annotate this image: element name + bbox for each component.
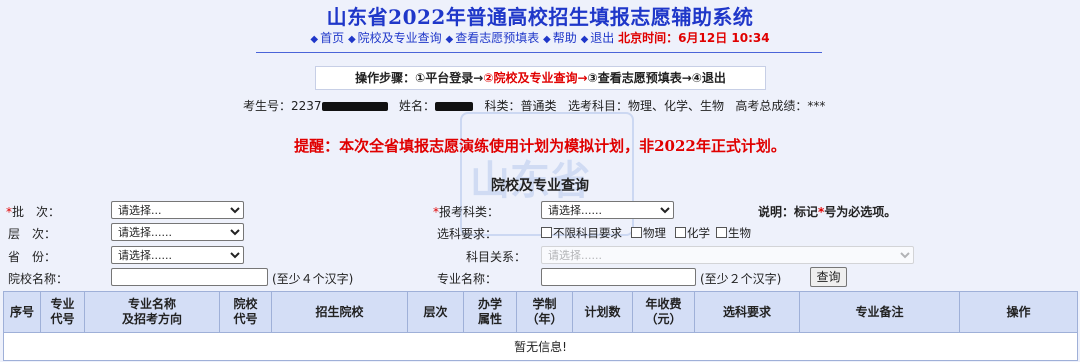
column-header: 专业名称 及招考方向 xyxy=(84,291,220,333)
province-label: 省 份： xyxy=(8,250,57,264)
subject-relation-select[interactable]: 请选择...... xyxy=(541,246,914,264)
operation-steps: 操作步骤：①平台登录→②院校及专业查询→③查看志愿预填表→④退出 xyxy=(315,66,766,90)
column-header: 选科要求 xyxy=(694,291,800,333)
redaction-mark xyxy=(321,102,388,111)
column-header: 专业备注 xyxy=(799,291,960,333)
level-select[interactable]: 请选择...... xyxy=(111,223,244,241)
diamond-icon: ◆ xyxy=(310,34,319,45)
diamond-icon: ◆ xyxy=(445,34,454,45)
checkbox-icon xyxy=(675,227,686,238)
column-header: 院校 代号 xyxy=(219,291,272,333)
diamond-icon: ◆ xyxy=(347,34,356,45)
top-nav: ◆ 首页 ◆ 院校及专业查询 ◆ 查看志愿预填表 ◆ 帮助 ◆ 退出 北京时间：6月12日… xyxy=(0,29,1080,46)
checkbox-unlimited-label: 不限科目要求 xyxy=(553,226,622,240)
nav-view-form[interactable]: ◆ 查看志愿预填表 xyxy=(446,31,540,45)
subject-category-label: *报考科类： xyxy=(433,203,499,220)
redaction-mark xyxy=(435,102,474,111)
column-header: 办学 属性 xyxy=(463,291,517,333)
diamond-icon: ◆ xyxy=(580,34,589,45)
subject-category-label-text: 报考科类： xyxy=(439,205,500,219)
steps-prefix: 操作步骤： xyxy=(355,71,416,85)
checkbox-biology-label: 生物 xyxy=(728,226,751,240)
nav-help[interactable]: ◆ 帮助 xyxy=(543,31,577,45)
subject-relation-label: 科目关系： xyxy=(466,250,527,264)
nav-school-query[interactable]: ◆ 院校及专业查询 xyxy=(348,31,442,45)
subject-category-select[interactable]: 请选择...... xyxy=(541,201,674,219)
category: 科类：普通类 xyxy=(484,99,557,113)
nav-school-query-label: 院校及专业查询 xyxy=(357,31,442,45)
step-2-current: ②院校及专业查询→ xyxy=(483,71,588,85)
major-name-input[interactable] xyxy=(541,268,696,286)
province-select[interactable]: 请选择...... xyxy=(111,246,244,264)
column-header: 操作 xyxy=(959,291,1078,333)
checkbox-biology[interactable]: 生物 xyxy=(716,225,751,241)
major-name-label: 专业名称： xyxy=(437,272,498,286)
results-table: 序号 专业 代号 专业名称 及招考方向 院校 代号 招生院校 层次 办学 属性 学制 （年）计… xyxy=(3,291,1078,361)
column-header: 层次 xyxy=(407,291,464,333)
column-header: 计划数 xyxy=(572,291,633,333)
checkbox-icon xyxy=(716,227,727,238)
step-3: ③查看志愿预填表→ xyxy=(587,71,692,85)
column-header: 学制 （年） xyxy=(516,291,573,333)
nav-home[interactable]: ◆ 首页 xyxy=(310,31,344,45)
checkbox-physics-label: 物理 xyxy=(643,226,666,240)
major-name-hint: (至少２个汉字) xyxy=(700,272,782,286)
beijing-time: 北京时间：6月12日 10:34 xyxy=(618,31,770,45)
nav-view-form-label: 查看志愿预填表 xyxy=(455,31,540,45)
section-title: 院校及专业查询 xyxy=(491,178,589,194)
diamond-icon: ◆ xyxy=(543,34,551,45)
checkbox-physics[interactable]: 物理 xyxy=(631,225,666,241)
batch-select[interactable]: 请选择... xyxy=(111,201,244,219)
checkbox-unlimited[interactable]: 不限科目要求 xyxy=(541,225,622,241)
table-row: 暂无信息! xyxy=(3,332,1078,361)
batch-label-text: 批 次： xyxy=(12,205,61,219)
nav-help-label: 帮助 xyxy=(552,31,577,45)
school-name-hint: (至少４个汉字) xyxy=(272,272,354,286)
subject-requirement-label: 选科要求： xyxy=(437,227,498,241)
notice: 提醒：本次全省填报志愿演练使用计划为模拟计划，非2022年正式计划。 xyxy=(294,137,786,155)
total-score: 高考总成绩：*** xyxy=(735,99,826,113)
nav-home-label: 首页 xyxy=(320,31,345,45)
required-note: 说明：标记*号为必选项。 xyxy=(758,203,896,220)
nav-logout[interactable]: ◆ 退出 xyxy=(581,31,615,45)
checkbox-chemistry-label: 化学 xyxy=(687,226,710,240)
school-name-label: 院校名称： xyxy=(8,272,69,286)
page-title: 山东省2022年普通高校招生填报志愿辅助系统 xyxy=(326,5,754,29)
school-name-input[interactable] xyxy=(111,268,268,286)
table-header-row: 序号 专业 代号 专业名称 及招考方向 院校 代号 招生院校 层次 办学 属性 学制 （年）计… xyxy=(3,291,1078,333)
step-4: ④退出 xyxy=(691,71,726,85)
checkbox-chemistry[interactable]: 化学 xyxy=(675,225,710,241)
column-header: 专业 代号 xyxy=(40,291,85,333)
step-1: ①平台登录→ xyxy=(415,71,484,85)
checkbox-icon xyxy=(541,227,552,238)
required-note-a: 说明：标记 xyxy=(758,205,819,219)
column-header: 序号 xyxy=(3,291,41,333)
name-label: 姓名： xyxy=(399,99,436,113)
checkbox-icon xyxy=(631,227,642,238)
column-header: 年收费 （元） xyxy=(632,291,695,333)
column-header: 招生院校 xyxy=(271,291,408,333)
batch-label: *批 次： xyxy=(6,203,60,220)
required-note-b: 号为必选项。 xyxy=(824,205,897,219)
header-divider xyxy=(256,52,822,53)
nav-logout-label: 退出 xyxy=(590,31,615,45)
query-button[interactable]: 查询 xyxy=(810,267,847,287)
empty-message: 暂无信息! xyxy=(3,332,1078,361)
level-label: 层 次： xyxy=(8,227,57,241)
exam-no: 考生号：2237 xyxy=(243,99,322,113)
selected-subjects: 选考科目：物理、化学、生物 xyxy=(567,99,724,113)
